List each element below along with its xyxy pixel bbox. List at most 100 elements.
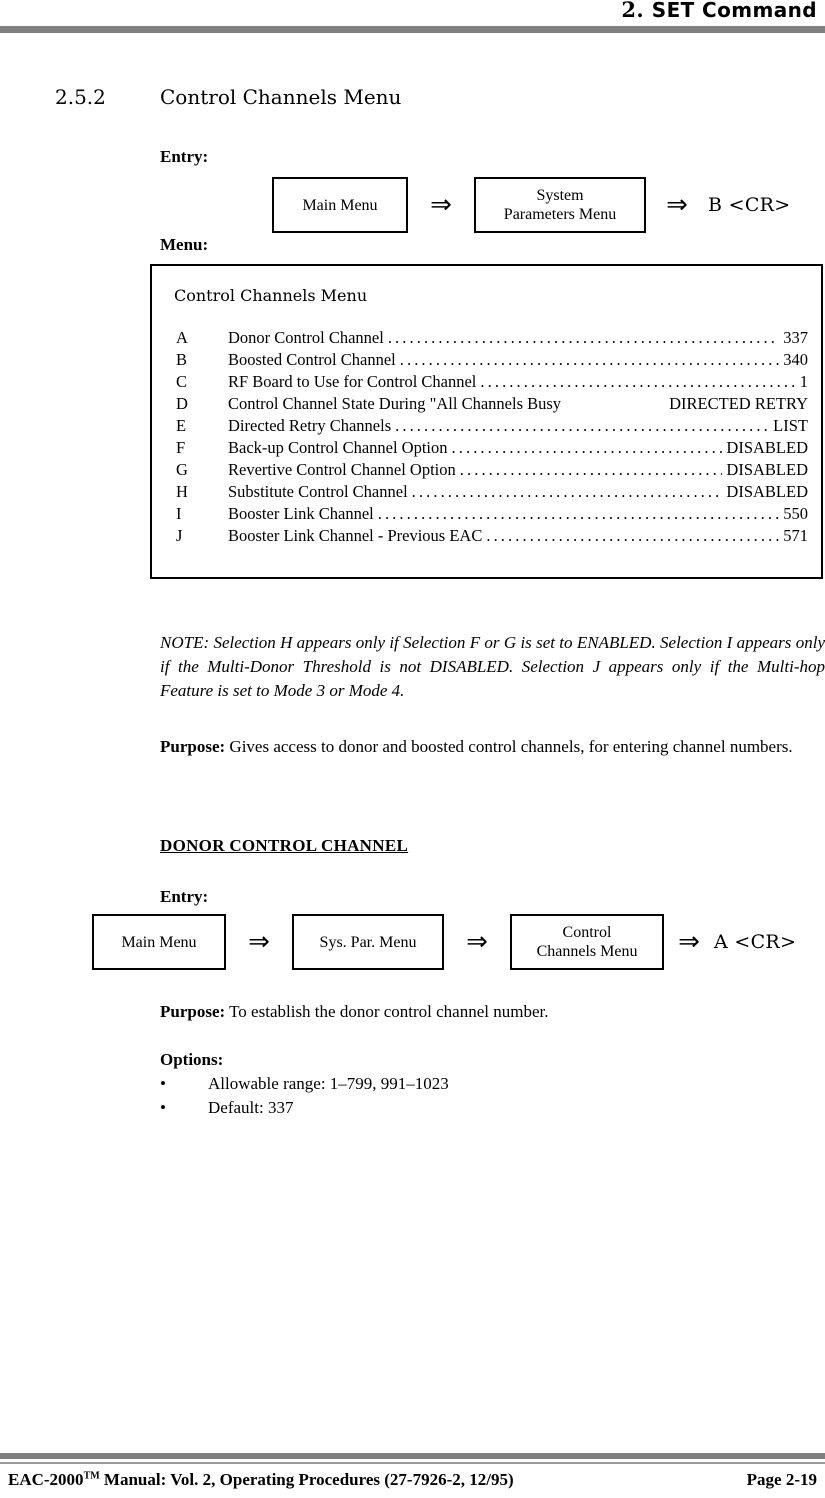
menu-label: Menu: xyxy=(160,235,209,254)
flow-arrow-5: ⇒ xyxy=(678,927,700,957)
option-item: • Allowable range: 1–799, 991–1023 xyxy=(160,1074,760,1098)
option-text: Default: 337 xyxy=(208,1098,294,1117)
flow-arrow-2: ⇒ xyxy=(666,190,688,220)
entry-label-1: Entry: xyxy=(160,147,209,166)
flow-key-b-cr: B <CR> xyxy=(708,194,791,216)
menu-row-key: D xyxy=(176,394,188,413)
menu-row-key: F xyxy=(176,438,186,457)
menu-row[interactable]: A Donor Control Channel..................… xyxy=(176,328,808,350)
footer-manual-name: EAC-2000 xyxy=(8,1470,84,1489)
footer-manual-rest: Manual: Vol. 2, Operating Procedures (27… xyxy=(99,1470,514,1489)
note-lead: NOTE: xyxy=(160,633,210,652)
note-body: Selection H appears only if Selection F … xyxy=(160,633,825,700)
menu-row-dot-leader: ........................................… xyxy=(486,526,780,545)
menu-row-value: DISABLED xyxy=(726,460,808,479)
menu-box-title: Control Channels Menu xyxy=(174,286,368,305)
footer-rule-thick xyxy=(0,1453,825,1459)
running-head-title: 2. SET Command xyxy=(621,0,817,22)
footer-page-number: Page 2-19 xyxy=(746,1470,817,1489)
menu-row-value: 571 xyxy=(783,526,808,545)
flow-box-main-menu-2[interactable]: Main Menu xyxy=(92,914,226,970)
entry-flow-diagram-1: Main Menu ⇒ System Parameters Menu ⇒ B <… xyxy=(272,177,791,233)
flow-box-line-2: Parameters Menu xyxy=(503,206,617,223)
purpose-body-1: Gives access to donor and boosted contro… xyxy=(225,737,793,756)
menu-row-value: 340 xyxy=(783,350,808,369)
entry-label-2: Entry: xyxy=(160,887,209,906)
menu-row-value: DISABLED xyxy=(726,438,808,457)
menu-row-label: Control Channel State During "All Channe… xyxy=(228,394,562,413)
footer-manual-text: EAC-2000TM Manual: Vol. 2, Operating Pro… xyxy=(8,1470,514,1490)
menu-row[interactable]: D Control Channel State During "All Chann… xyxy=(176,394,808,416)
option-text: Allowable range: 1–799, 991–1023 xyxy=(208,1074,449,1093)
control-channels-menu-box: Control Channels Menu A Donor Control Cha… xyxy=(150,264,823,579)
menu-row-label: Substitute Control Channel xyxy=(228,482,408,501)
page-header: 2. SET Command xyxy=(0,0,825,34)
option-bullet-icon: • xyxy=(160,1074,166,1093)
menu-row-value: 337 xyxy=(783,328,808,347)
option-item: • Default: 337 xyxy=(160,1098,760,1122)
menu-row-key: B xyxy=(176,350,188,369)
entry-flow-diagram-2: Main Menu ⇒ Sys. Par. Menu ⇒ Control Cha… xyxy=(92,914,796,970)
note-paragraph: NOTE: Selection H appears only if Select… xyxy=(160,631,825,703)
header-rule xyxy=(0,26,825,33)
section-title: Control Channels Menu xyxy=(160,85,402,109)
flow-key-a-cr: A <CR> xyxy=(714,931,797,953)
purpose-label-1: Purpose: xyxy=(160,737,226,756)
menu-row-dot-leader: ........................................… xyxy=(480,372,796,391)
flow-box-system-parameters-menu[interactable]: System Parameters Menu xyxy=(474,177,646,233)
menu-row-label: Back-up Control Channel Option xyxy=(228,438,448,457)
flow-box-sys-par-menu[interactable]: Sys. Par. Menu xyxy=(292,914,444,970)
menu-row-key: G xyxy=(176,460,188,479)
trademark-symbol: TM xyxy=(83,1470,100,1482)
menu-row-dot-leader: ........................................… xyxy=(395,416,770,435)
purpose-paragraph-2: Purpose: To establish the donor control … xyxy=(160,1000,825,1023)
menu-row-dot-leader: ........................................… xyxy=(377,504,780,523)
menu-row[interactable]: B Boosted Control Channel................… xyxy=(176,350,808,372)
flow-box-line-1: System xyxy=(536,187,584,204)
menu-row-key: E xyxy=(176,416,187,435)
options-label: Options: xyxy=(160,1050,224,1069)
menu-row-label: RF Board to Use for Control Channel xyxy=(228,372,477,391)
menu-row-dot-leader: ........................................… xyxy=(459,460,723,479)
menu-row[interactable]: I Booster Link Channel...................… xyxy=(176,504,808,526)
menu-row-dot-leader: ........................................… xyxy=(399,350,780,369)
menu-row-key: A xyxy=(176,328,188,347)
flow-arrow-3: ⇒ xyxy=(248,927,270,957)
menu-option-list: A Donor Control Channel..................… xyxy=(176,328,808,548)
menu-row-value: DIRECTED RETRY xyxy=(669,394,808,413)
menu-row[interactable]: F Back-up Control Channel Option.........… xyxy=(176,438,808,460)
menu-row[interactable]: G Revertive Control Channel Option.......… xyxy=(176,460,808,482)
option-bullet-icon: • xyxy=(160,1098,166,1117)
donor-control-channel-heading: DONOR CONTROL CHANNEL xyxy=(160,836,409,855)
menu-row-label: Booster Link Channel - Previous EAC xyxy=(228,526,483,545)
menu-row-value: LIST xyxy=(773,416,808,435)
menu-row-dot-leader: ........................................… xyxy=(451,438,723,457)
flow-box-control-channels-menu[interactable]: Control Channels Menu xyxy=(510,914,664,970)
flow-box-line-2b: Channels Menu xyxy=(536,943,638,960)
menu-row-key: I xyxy=(176,504,182,523)
menu-row-value: 550 xyxy=(783,504,808,523)
flow-box-main-menu[interactable]: Main Menu xyxy=(272,177,408,233)
flow-box-line-1b: Control xyxy=(562,924,612,941)
menu-row-label: Donor Control Channel xyxy=(228,328,384,347)
options-list: • Allowable range: 1–799, 991–1023 • Defaul… xyxy=(160,1074,760,1122)
purpose-body-2: To establish the donor control channel n… xyxy=(225,1002,549,1021)
menu-row-key: J xyxy=(176,526,183,545)
menu-row-dot-leader: ........................................… xyxy=(387,328,780,347)
menu-row[interactable]: C RF Board to Use for Control Channel....… xyxy=(176,372,808,394)
footer-rule-thin xyxy=(0,1462,825,1464)
menu-row-value: DISABLED xyxy=(726,482,808,501)
chapter-number: 2. xyxy=(621,0,645,22)
section-number: 2.5.2 xyxy=(55,85,106,109)
menu-row-label: Revertive Control Channel Option xyxy=(228,460,456,479)
menu-row[interactable]: J Booster Link Channel - Previous EAC....… xyxy=(176,526,808,548)
menu-row[interactable]: H Substitute Control Channel.............… xyxy=(176,482,808,504)
section-heading: 2.5.2 Control Channels Menu xyxy=(55,85,795,109)
menu-row-label: Directed Retry Channels xyxy=(228,416,392,435)
menu-row-label: Boosted Control Channel xyxy=(228,350,396,369)
menu-row-key: H xyxy=(176,482,188,501)
menu-row-dot-leader: ........................................… xyxy=(411,482,723,501)
menu-row-label: Booster Link Channel xyxy=(228,504,374,523)
menu-row-key: C xyxy=(176,372,188,391)
menu-row[interactable]: E Directed Retry Channels................… xyxy=(176,416,808,438)
